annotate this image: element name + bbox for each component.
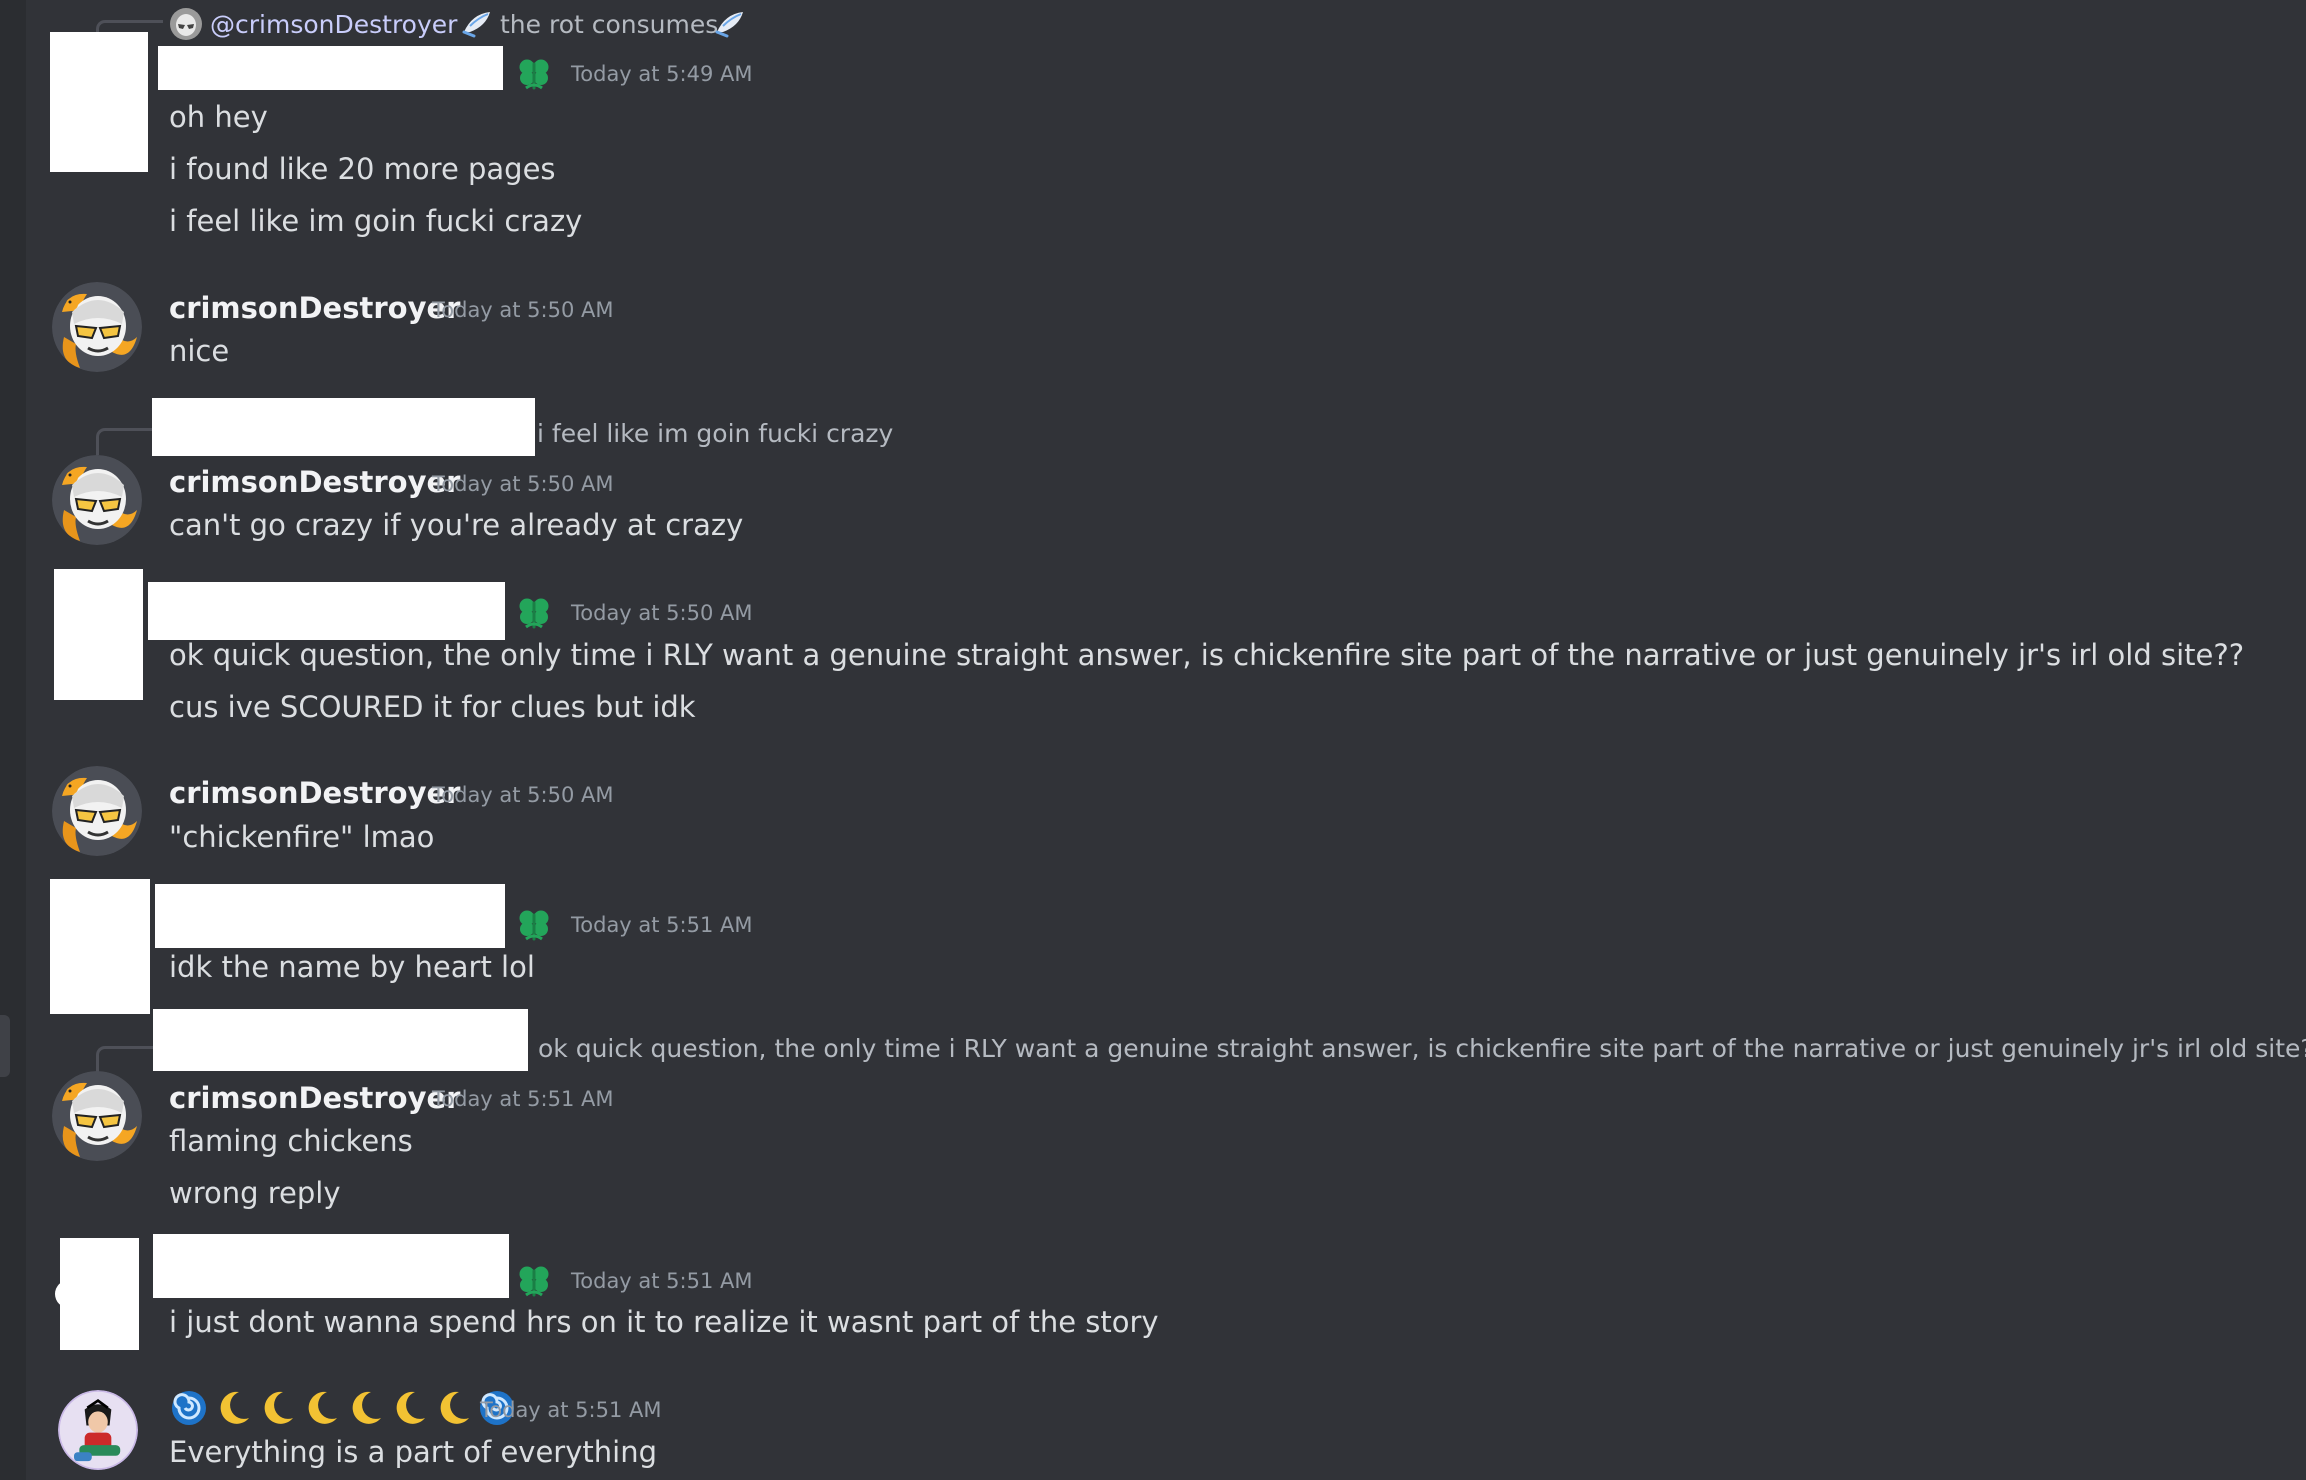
- message-text: i found like 20 more pages: [169, 152, 556, 186]
- feather-icon: [713, 8, 747, 40]
- message-timestamp[interactable]: Today at 5:51 AM: [571, 911, 753, 939]
- reply-preview[interactable]: i feel like im goin fucki crazy: [537, 418, 893, 450]
- username[interactable]: crimsonDestroyer: [169, 775, 460, 811]
- message-timestamp[interactable]: Today at 5:50 AM: [432, 781, 614, 809]
- reply-preview[interactable]: ok quick question, the only time i RLY w…: [538, 1033, 2306, 1065]
- avatar[interactable]: [52, 282, 142, 372]
- username[interactable]: crimsonDestroyer: [169, 290, 460, 326]
- reply-spine: [96, 1046, 155, 1073]
- message-text: ok quick question, the only time i RLY w…: [169, 638, 2245, 672]
- avatar[interactable]: [58, 1390, 138, 1470]
- scroll-indicator[interactable]: [0, 1015, 10, 1077]
- crescent-moon-icon: [213, 1388, 253, 1428]
- message-text: i just dont wanna spend hrs on it to rea…: [169, 1305, 1159, 1339]
- message-timestamp[interactable]: Today at 5:51 AM: [432, 1085, 614, 1113]
- message-text: Everything is a part of everything: [169, 1435, 657, 1469]
- username[interactable]: crimsonDestroyer: [169, 464, 460, 500]
- crescent-moon-icon: [257, 1388, 297, 1428]
- message-timestamp[interactable]: Today at 5:51 AM: [480, 1396, 662, 1424]
- redacted-avatar[interactable]: [60, 1238, 139, 1350]
- clover-badge-icon[interactable]: [514, 591, 554, 631]
- reply-preview[interactable]: the rot consumes: [500, 9, 718, 41]
- message-text: wrong reply: [169, 1176, 341, 1210]
- message-timestamp[interactable]: Today at 5:51 AM: [571, 1267, 753, 1295]
- message-text: "chickenfire" lmao: [169, 820, 435, 854]
- redacted-username[interactable]: [148, 582, 505, 640]
- clover-badge-icon[interactable]: [514, 52, 554, 92]
- message-timestamp[interactable]: Today at 5:49 AM: [571, 60, 753, 88]
- crescent-moon-icon: [301, 1388, 341, 1428]
- redacted-username[interactable]: [153, 1234, 509, 1298]
- reply-spine: [96, 428, 155, 455]
- message-text: flaming chickens: [169, 1124, 413, 1158]
- redacted-avatar[interactable]: [50, 32, 148, 172]
- username-emojis[interactable]: [169, 1388, 517, 1428]
- message-timestamp[interactable]: Today at 5:50 AM: [432, 296, 614, 324]
- reply-mention[interactable]: @crimsonDestroyer: [210, 9, 457, 41]
- avatar[interactable]: [52, 455, 142, 545]
- crescent-moon-icon: [345, 1388, 385, 1428]
- redacted-username[interactable]: [158, 46, 503, 90]
- feather-icon: [460, 8, 494, 40]
- reply-author-avatar[interactable]: [170, 8, 202, 40]
- redacted-avatar[interactable]: [54, 569, 143, 700]
- message-text: i feel like im goin fucki crazy: [169, 204, 583, 238]
- message-timestamp[interactable]: Today at 5:50 AM: [432, 470, 614, 498]
- crescent-moon-icon: [433, 1388, 473, 1428]
- message-text: cus ive SCOURED it for clues but idk: [169, 690, 696, 724]
- chat-view: @crimsonDestroyer the rot consumes Today…: [0, 0, 2306, 1480]
- spiral-icon: [169, 1388, 209, 1428]
- username[interactable]: crimsonDestroyer: [169, 1080, 460, 1116]
- redacted-avatar[interactable]: [50, 879, 150, 1014]
- message-text: can't go crazy if you're already at craz…: [169, 508, 744, 542]
- avatar[interactable]: [52, 1071, 142, 1161]
- redacted-username[interactable]: [155, 884, 505, 948]
- message-timestamp[interactable]: Today at 5:50 AM: [571, 599, 753, 627]
- message-text: nice: [169, 334, 230, 368]
- message-text: oh hey: [169, 100, 268, 134]
- avatar[interactable]: [52, 766, 142, 856]
- redacted-reply-author[interactable]: [153, 1009, 528, 1071]
- clover-badge-icon[interactable]: [514, 903, 554, 943]
- crescent-moon-icon: [389, 1388, 429, 1428]
- left-sidebar-edge: [0, 0, 26, 1480]
- clover-badge-icon[interactable]: [514, 1259, 554, 1299]
- message-text: idk the name by heart lol: [169, 950, 535, 984]
- redacted-reply-author[interactable]: [152, 398, 535, 456]
